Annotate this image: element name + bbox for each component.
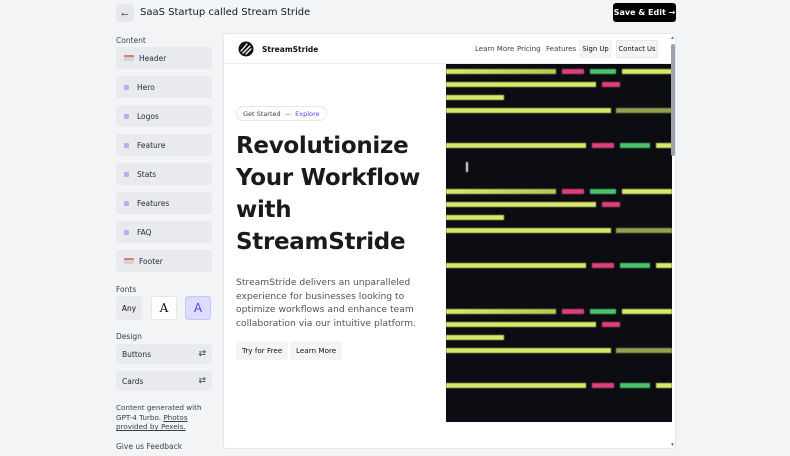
signup-button[interactable]: Sign Up: [579, 40, 612, 58]
section-item-footer[interactable]: Footer: [116, 250, 212, 272]
credit-text: Content generated with GPT-4 Turbo. Phot…: [116, 403, 216, 432]
section-label: Features: [137, 198, 170, 208]
dot-icon: [124, 142, 129, 148]
section-item-logos[interactable]: Logos: [116, 105, 212, 127]
back-button[interactable]: ←: [116, 4, 134, 22]
code-screenshot-image: [446, 64, 672, 422]
hero-image-code: [446, 64, 672, 422]
get-started-badge[interactable]: Get Started — Explore: [236, 106, 327, 121]
section-item-header[interactable]: Header: [116, 47, 212, 69]
dot-icon: [124, 84, 129, 90]
section-label: Feature: [137, 140, 166, 150]
preview-scrollbar[interactable]: [671, 44, 675, 156]
font-option-serif[interactable]: A: [151, 296, 177, 320]
section-label: Logos: [137, 111, 159, 121]
section-label: FAQ: [137, 227, 152, 237]
streamstride-logo-icon: [238, 41, 254, 57]
hero-title: Revolutionize Your Workflow with StreamS…: [236, 133, 421, 255]
hero-description: StreamStride delivers an unparalleled ex…: [236, 277, 416, 329]
section-item-hero[interactable]: Hero: [116, 76, 212, 98]
shuffle-icon: ⇄: [198, 349, 206, 359]
try-free-button[interactable]: Try for Free: [236, 341, 289, 360]
preview-frame: StreamStride Learn More Pricing Features…: [223, 33, 676, 449]
content-label: Content: [116, 36, 146, 45]
arrow-left-icon: ←: [119, 7, 131, 19]
section-item-stats[interactable]: Stats: [116, 163, 212, 185]
dot-icon: [124, 229, 129, 235]
dot-icon: [124, 200, 129, 206]
font-option-any[interactable]: Any: [116, 296, 142, 320]
scroll-down-icon[interactable]: ▼: [670, 442, 675, 448]
section-label: Stats: [137, 169, 157, 179]
badge-text: Get Started: [243, 109, 281, 118]
save-edit-button[interactable]: Save & Edit →: [613, 3, 676, 22]
section-label: Footer: [139, 256, 163, 266]
header-bar-icon: [124, 55, 134, 61]
design-item-label: Cards: [122, 376, 144, 386]
nav-link-pricing[interactable]: Pricing: [517, 45, 541, 53]
contact-button[interactable]: Contact Us: [616, 40, 658, 58]
scroll-up-icon[interactable]: ▲: [670, 35, 675, 41]
nav-link-learn-more[interactable]: Learn More: [475, 45, 514, 53]
design-item-buttons[interactable]: Buttons ⇄: [116, 344, 212, 364]
design-label: Design: [116, 332, 142, 341]
design-item-cards[interactable]: Cards ⇄: [116, 371, 212, 391]
nav-link-features[interactable]: Features: [546, 45, 576, 53]
fonts-label: Fonts: [116, 285, 137, 294]
font-option-sans[interactable]: A: [185, 296, 211, 320]
shuffle-icon: ⇄: [198, 376, 206, 386]
feedback-link[interactable]: Give us Feedback: [116, 442, 182, 451]
page-title: SaaS Startup called Stream Stride: [140, 7, 311, 18]
credit-gpt: Content generated with GPT-4 Turbo.: [116, 403, 202, 422]
footer-bar-icon: [124, 258, 134, 264]
section-item-features[interactable]: Features: [116, 192, 212, 214]
section-label: Header: [139, 53, 167, 63]
section-label: Hero: [137, 82, 155, 92]
learn-more-button[interactable]: Learn More: [290, 341, 343, 360]
preview-nav: StreamStride Learn More Pricing Features…: [224, 34, 675, 64]
badge-separator: —: [284, 109, 292, 118]
section-item-faq[interactable]: FAQ: [116, 221, 212, 243]
design-item-label: Buttons: [122, 349, 152, 359]
dot-icon: [124, 171, 129, 177]
dot-icon: [124, 113, 129, 119]
explore-link[interactable]: Explore: [295, 110, 319, 118]
logo-text[interactable]: StreamStride: [262, 45, 318, 54]
section-item-feature[interactable]: Feature: [116, 134, 212, 156]
